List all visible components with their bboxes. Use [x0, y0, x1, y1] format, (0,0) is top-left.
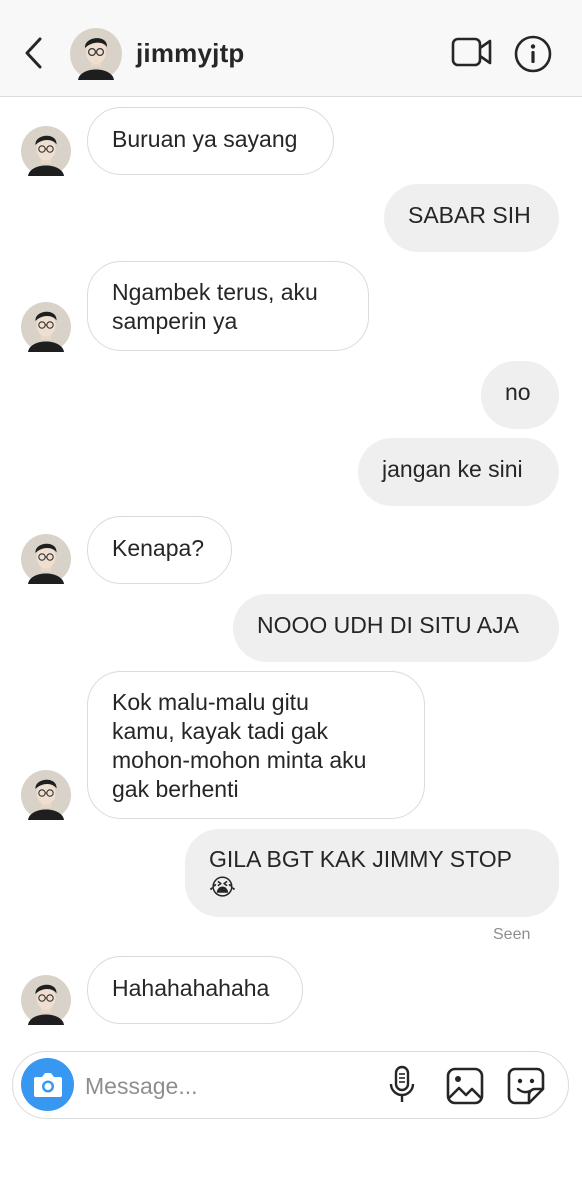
message-text: NOOO UDH DI SITU AJA: [257, 612, 519, 638]
message-text-line: gak berhenti: [112, 776, 239, 802]
message-text-line: samperin ya: [112, 308, 238, 334]
chat-header: jimmyjtp: [0, 0, 582, 97]
message-bubble-outgoing[interactable]: SABAR SIH: [384, 184, 559, 252]
video-call-button[interactable]: [451, 36, 493, 68]
message-bubble-incoming[interactable]: Hahahahahaha: [87, 956, 303, 1024]
seen-indicator: Seen: [493, 926, 531, 943]
message-bubble-incoming[interactable]: Kok malu-malu gitu kamu, kayak tadi gak …: [87, 671, 425, 819]
gallery-button[interactable]: [446, 1067, 484, 1105]
message-text-line: mohon-mohon minta aku: [112, 747, 367, 773]
message-text: Kenapa?: [112, 535, 205, 561]
message-bubble-outgoing[interactable]: jangan ke sini: [358, 438, 559, 506]
message-text-line: Ngambek terus, aku: [112, 279, 318, 305]
avatar[interactable]: [70, 28, 122, 80]
microphone-icon: [389, 1065, 415, 1102]
message-text: no: [505, 379, 531, 405]
video-camera-icon: [451, 37, 492, 67]
avatar[interactable]: [21, 975, 71, 1025]
message-bubble-incoming[interactable]: Ngambek terus, aku samperin ya: [87, 261, 369, 351]
message-bubble-incoming[interactable]: Kenapa?: [87, 516, 232, 584]
sticker-icon: [507, 1067, 545, 1105]
back-button[interactable]: [20, 36, 50, 70]
message-text: jangan ke sini: [382, 456, 523, 482]
message-bubble-outgoing[interactable]: no: [481, 361, 559, 429]
avatar[interactable]: [21, 302, 71, 352]
message-text-line: kamu, kayak tadi gak: [112, 718, 329, 744]
gallery-icon: [446, 1067, 484, 1105]
message-bubble-outgoing[interactable]: NOOO UDH DI SITU AJA: [233, 594, 559, 662]
message-text-line: Kok malu-malu gitu: [112, 689, 309, 715]
chat-username[interactable]: jimmyjtp: [136, 38, 245, 69]
avatar[interactable]: [21, 126, 71, 176]
microphone-button[interactable]: [387, 1065, 417, 1105]
camera-icon: [34, 1073, 62, 1097]
crying-face-emoji: 😭: [209, 875, 236, 901]
camera-button[interactable]: [21, 1058, 74, 1111]
info-icon: [514, 35, 552, 73]
message-text: Buruan ya sayang: [112, 126, 298, 152]
message-bubble-outgoing[interactable]: GILA BGT KAK JIMMY STOP 😭: [185, 829, 559, 917]
message-composer: [12, 1051, 569, 1119]
sticker-button[interactable]: [506, 1066, 546, 1106]
info-button[interactable]: [513, 34, 553, 74]
message-text-line: GILA BGT KAK JIMMY STOP: [209, 846, 512, 872]
avatar[interactable]: [21, 770, 71, 820]
chevron-left-icon: [25, 37, 42, 69]
message-bubble-incoming[interactable]: Buruan ya sayang: [87, 107, 334, 175]
avatar[interactable]: [21, 534, 71, 584]
message-text: SABAR SIH: [408, 202, 531, 228]
message-text: Hahahahahaha: [112, 975, 270, 1001]
message-input[interactable]: [83, 1068, 367, 1104]
